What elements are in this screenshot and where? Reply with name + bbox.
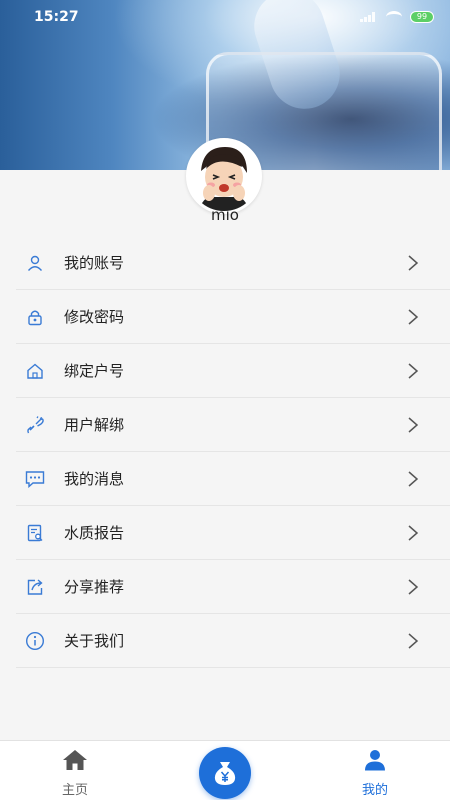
money-bag-icon (214, 762, 236, 785)
chevron-right-icon (408, 524, 419, 541)
avatar-image (189, 141, 259, 211)
menu-item-my-account[interactable]: 我的账号 (16, 236, 450, 290)
chevron-right-icon (408, 578, 419, 595)
menu-item-label: 分享推荐 (64, 578, 125, 596)
person-icon (365, 750, 385, 771)
home-icon (24, 360, 46, 382)
center-action-button[interactable] (199, 747, 251, 799)
chevron-right-icon (408, 254, 419, 271)
share-icon (24, 576, 46, 598)
username: mio (211, 206, 239, 224)
menu-item-change-password[interactable]: 修改密码 (16, 290, 450, 344)
status-time: 15:27 (34, 9, 79, 25)
settings-menu: 我的账号 修改密码 绑定户号 用户解绑 我的消息 水质报告 分享推荐 关于我们 (16, 236, 450, 668)
menu-item-share-recommend[interactable]: 分享推荐 (16, 560, 450, 614)
lock-icon (24, 306, 46, 328)
unlink-icon (24, 414, 46, 436)
wifi-icon (386, 11, 402, 23)
home-icon (63, 750, 87, 770)
tab-home-label: 主页 (61, 783, 88, 798)
info-icon (24, 630, 46, 652)
tab-mine[interactable]: 我的 (335, 749, 415, 798)
menu-item-label: 水质报告 (64, 524, 125, 542)
battery-icon: 99 (410, 11, 434, 23)
menu-item-label: 关于我们 (64, 632, 125, 650)
menu-item-about-us[interactable]: 关于我们 (16, 614, 450, 668)
chevron-right-icon (408, 416, 419, 433)
user-icon (24, 252, 46, 274)
chevron-right-icon (408, 632, 419, 649)
menu-item-label: 修改密码 (64, 308, 125, 326)
status-icons: 99 (360, 11, 434, 23)
tab-mine-label: 我的 (361, 783, 388, 798)
menu-item-bind-account[interactable]: 绑定户号 (16, 344, 450, 398)
chevron-right-icon (408, 362, 419, 379)
signal-icon (360, 12, 378, 22)
menu-item-unbind-user[interactable]: 用户解绑 (16, 398, 450, 452)
chevron-right-icon (408, 470, 419, 487)
menu-item-label: 我的消息 (64, 470, 125, 488)
status-bar: 15:27 99 (0, 0, 450, 36)
menu-item-water-quality-report[interactable]: 水质报告 (16, 506, 450, 560)
menu-item-label: 绑定户号 (64, 362, 125, 380)
chevron-right-icon (408, 308, 419, 325)
menu-item-label: 用户解绑 (64, 416, 125, 434)
message-icon (24, 468, 46, 490)
menu-item-my-messages[interactable]: 我的消息 (16, 452, 450, 506)
tab-home[interactable]: 主页 (35, 749, 115, 798)
avatar[interactable] (186, 138, 262, 214)
menu-item-label: 我的账号 (64, 254, 125, 272)
report-icon (24, 522, 46, 544)
